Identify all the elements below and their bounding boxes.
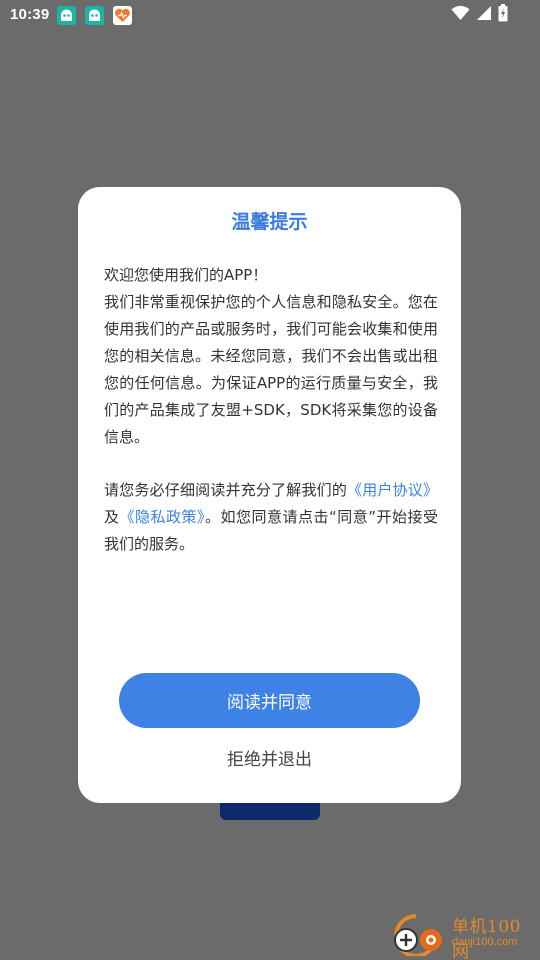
conjunction-text: 及 [104,508,120,526]
privacy-policy-link[interactable]: 《隐私政策》 [120,508,205,526]
battery-icon [498,4,508,27]
privacy-dialog: 温馨提示 欢迎您使用我们的APP！ 我们非常重视保护您的个人信息和隐私安全。您在… [78,187,461,803]
status-icons [451,4,508,27]
wifi-icon [451,5,470,26]
watermark-logo: 单机100网 danji100.com [386,912,536,960]
heart-app-icon [113,6,132,25]
agree-button[interactable]: 阅读并同意 [119,673,420,728]
app-notification-icon [85,6,104,25]
reject-exit-button[interactable]: 拒绝并退出 [178,742,361,772]
dialog-body: 欢迎您使用我们的APP！ 我们非常重视保护您的个人信息和隐私安全。您在使用我们的… [104,262,438,558]
user-agreement-link[interactable]: 《用户协议》 [347,481,438,499]
consent-paragraph: 请您务必仔细阅读并充分了解我们的《用户协议》及《隐私政策》。如您同意请点击“同意… [104,477,438,558]
app-notification-icon [57,6,76,25]
status-bar: 10:39 [0,0,540,32]
welcome-line: 欢迎您使用我们的APP！ [104,266,268,284]
consent-prefix: 请您务必仔细阅读并充分了解我们的 [104,481,348,499]
signal-icon [476,5,492,26]
watermark-url: danji100.com [452,936,518,948]
dialog-title: 温馨提示 [231,211,308,233]
watermark-icon [394,914,442,958]
privacy-paragraph: 我们非常重视保护您的个人信息和隐私安全。您在使用我们的产品或服务时，我们可能会收… [104,293,438,446]
status-time: 10:39 [10,6,50,23]
